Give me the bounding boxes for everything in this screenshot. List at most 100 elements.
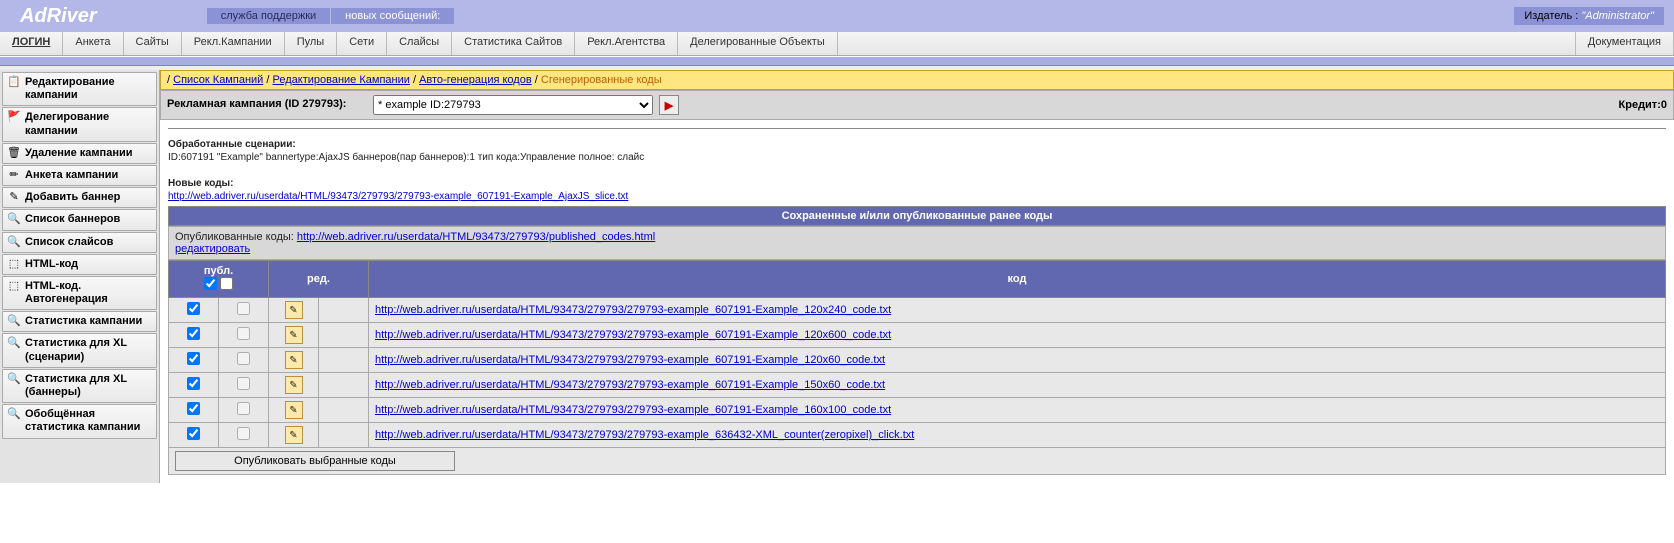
- sidebar-label: Удаление кампании: [25, 147, 132, 160]
- sidebar-icon: 🔍: [7, 236, 21, 249]
- row-publish-checkbox[interactable]: [187, 302, 200, 315]
- sidebar-icon: 🗑: [7, 147, 21, 160]
- tab-campaigns[interactable]: Рекл.Кампании: [182, 32, 285, 55]
- row-secondary-checkbox[interactable]: [237, 302, 250, 315]
- sidebar-item-10[interactable]: 🔍Статистика для XL (сценарии): [2, 333, 157, 367]
- edit-published-link[interactable]: редактировать: [175, 243, 250, 255]
- tab-slices[interactable]: Слайсы: [387, 32, 452, 55]
- col-edit: ред.: [269, 261, 369, 298]
- processed-title: Обработанные сценарии:: [168, 139, 1666, 150]
- sidebar-item-3[interactable]: ✏Анкета кампании: [2, 165, 157, 186]
- sidebar-label: Анкета кампании: [25, 169, 118, 182]
- sidebar-item-4[interactable]: ✎Добавить баннер: [2, 187, 157, 208]
- sidebar-icon: 📋: [7, 76, 21, 89]
- edit-button[interactable]: ✎: [285, 326, 303, 344]
- newcodes-title: Новые коды:: [168, 178, 1666, 189]
- publish-row: Опубликовать выбранные коды: [169, 448, 1666, 475]
- table-row: ✎ http://web.adriver.ru/userdata/HTML/934…: [169, 348, 1666, 373]
- tab-delegated[interactable]: Делегированные Объекты: [678, 32, 838, 55]
- col-code: код: [369, 261, 1666, 298]
- newcodes-link[interactable]: http://web.adriver.ru/userdata/HTML/9347…: [168, 191, 628, 202]
- campaign-select[interactable]: * example ID:279793: [373, 95, 653, 115]
- publisher-sep: :: [1572, 10, 1581, 22]
- table-row: ✎ http://web.adriver.ru/userdata/HTML/934…: [169, 423, 1666, 448]
- edit-button[interactable]: ✎: [285, 401, 303, 419]
- sidebar-item-12[interactable]: 🔍 Обобщённая статистика кампании: [2, 404, 157, 438]
- tab-documentation[interactable]: Документация: [1576, 32, 1674, 55]
- row-publish-checkbox[interactable]: [187, 352, 200, 365]
- sidebar-item-0[interactable]: 📋 Редактирование кампании: [2, 72, 157, 106]
- row-publish-checkbox[interactable]: [187, 327, 200, 340]
- code-link[interactable]: http://web.adriver.ru/userdata/HTML/9347…: [375, 429, 914, 441]
- sidebar-icon: 🔍: [7, 408, 21, 421]
- check-all-publish[interactable]: [204, 277, 217, 290]
- sidebar-item-11[interactable]: 🔍 Статистика для XL (баннеры): [2, 369, 157, 403]
- code-link[interactable]: http://web.adriver.ru/userdata/HTML/9347…: [375, 329, 891, 341]
- sidebar-item-7[interactable]: ⬚HTML-код: [2, 254, 157, 275]
- check-none-publish[interactable]: [220, 277, 233, 290]
- sidebar-label: Список баннеров: [25, 213, 120, 226]
- divider-purple: [0, 56, 1674, 66]
- go-button[interactable]: ▶: [659, 95, 679, 115]
- edit-button[interactable]: ✎: [285, 351, 303, 369]
- row-secondary-checkbox[interactable]: [237, 352, 250, 365]
- sidebar-item-1[interactable]: 🚩Делегирование кампании: [2, 107, 157, 141]
- edit-button[interactable]: ✎: [285, 301, 303, 319]
- sidebar-label: HTML-код. Автогенерация: [25, 280, 152, 306]
- sidebar-label: Добавить баннер: [25, 191, 120, 204]
- tab-site-stats[interactable]: Статистика Сайтов: [452, 32, 575, 55]
- sidebar-label: Редактирование кампании: [25, 76, 152, 102]
- publish-selected-button[interactable]: Опубликовать выбранные коды: [175, 451, 455, 471]
- row-secondary-checkbox[interactable]: [237, 427, 250, 440]
- edit-button[interactable]: ✎: [285, 426, 303, 444]
- code-link[interactable]: http://web.adriver.ru/userdata/HTML/9347…: [375, 379, 885, 391]
- tab-nets[interactable]: Сети: [337, 32, 387, 55]
- sidebar-label: Список слайсов: [25, 236, 113, 249]
- row-secondary-checkbox[interactable]: [237, 402, 250, 415]
- code-link[interactable]: http://web.adriver.ru/userdata/HTML/9347…: [375, 404, 891, 416]
- table-row: ✎ http://web.adriver.ru/userdata/HTML/934…: [169, 398, 1666, 423]
- tab-anketa[interactable]: Анкета: [63, 32, 123, 55]
- sidebar-label: Обобщённая статистика кампании: [25, 408, 152, 434]
- tab-sites[interactable]: Сайты: [124, 32, 182, 55]
- topbar: AdRiver служба поддержки новых сообщений…: [0, 0, 1674, 32]
- sidebar-label: HTML-код: [25, 258, 78, 271]
- publisher-user: "Administrator": [1581, 10, 1654, 22]
- sidebar-label: Делегирование кампании: [25, 111, 152, 137]
- bc-autogen[interactable]: Авто-генерация кодов: [419, 74, 532, 86]
- table-row: ✎ http://web.adriver.ru/userdata/HTML/934…: [169, 298, 1666, 323]
- col-publish-label: публ.: [173, 265, 264, 277]
- edit-button[interactable]: ✎: [285, 376, 303, 394]
- published-link[interactable]: http://web.adriver.ru/userdata/HTML/9347…: [297, 231, 655, 243]
- row-publish-checkbox[interactable]: [187, 402, 200, 415]
- tab-agencies[interactable]: Рекл.Агентства: [575, 32, 678, 55]
- sidebar-item-8[interactable]: ⬚HTML-код. Автогенерация: [2, 276, 157, 310]
- bc-current: Сгенерированные коды: [541, 74, 662, 86]
- code-link[interactable]: http://web.adriver.ru/userdata/HTML/9347…: [375, 304, 891, 316]
- code-link[interactable]: http://web.adriver.ru/userdata/HTML/9347…: [375, 354, 885, 366]
- codes-table: публ. ред. код ✎ http://web.adriver.ru/us…: [168, 260, 1666, 475]
- row-publish-checkbox[interactable]: [187, 427, 200, 440]
- bc-edit-campaign[interactable]: Редактирование Кампании: [273, 74, 410, 86]
- table-row: ✎ http://web.adriver.ru/userdata/HTML/934…: [169, 323, 1666, 348]
- row-publish-checkbox[interactable]: [187, 377, 200, 390]
- publisher-box[interactable]: Издатель : "Administrator": [1514, 7, 1664, 25]
- sidebar-item-6[interactable]: 🔍 Список слайсов: [2, 232, 157, 253]
- tab-pools[interactable]: Пулы: [285, 32, 338, 55]
- main-tabs: ЛОГИН Анкета Сайты Рекл.Кампании Пулы Се…: [0, 32, 1674, 56]
- sidebar-label: Статистика для XL (баннеры): [25, 373, 152, 399]
- table-row: ✎ http://web.adriver.ru/userdata/HTML/934…: [169, 373, 1666, 398]
- sidebar-item-5[interactable]: 🔍Список баннеров: [2, 209, 157, 230]
- support-bar: служба поддержки новых сообщений:: [207, 8, 455, 24]
- sidebar-icon: 🔍: [7, 373, 21, 386]
- published-label: Опубликованные коды:: [175, 231, 297, 243]
- sidebar: 📋 Редактирование кампании 🚩Делегирование к…: [0, 70, 160, 483]
- published-box: Опубликованные коды: http://web.adriver.…: [168, 226, 1666, 260]
- tab-login[interactable]: ЛОГИН: [0, 32, 63, 55]
- bc-campaign-list[interactable]: Список Кампаний: [173, 74, 263, 86]
- sidebar-item-9[interactable]: 🔍Статистика кампании: [2, 311, 157, 332]
- sidebar-item-2[interactable]: 🗑 Удаление кампании: [2, 143, 157, 164]
- row-secondary-checkbox[interactable]: [237, 377, 250, 390]
- row-secondary-checkbox[interactable]: [237, 327, 250, 340]
- support-link[interactable]: служба поддержки: [207, 8, 330, 24]
